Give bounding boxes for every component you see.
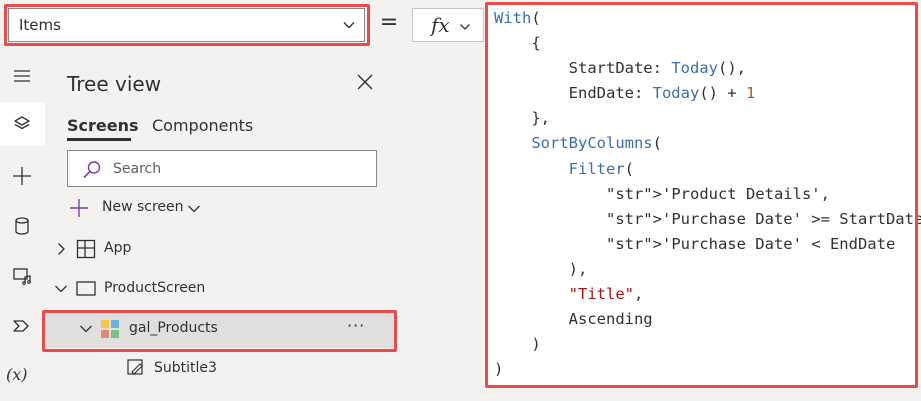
code-line: With( (494, 9, 541, 27)
fx-button[interactable]: fx (412, 8, 484, 42)
variables-button[interactable]: (x) (0, 354, 45, 398)
new-screen-label: New screen (102, 199, 184, 215)
tree-item-gal-products[interactable]: gal_Products ··· (45, 310, 397, 348)
formula-code: With( { StartDate: Today(), EndDate: Tod… (494, 6, 921, 382)
tree-item-label: Subtitle3 (154, 360, 217, 376)
code-line: "str">'Purchase Date' >= StartDate, (605, 209, 921, 228)
search-placeholder: Search (113, 161, 162, 177)
power-automate-button[interactable] (0, 304, 45, 348)
more-options-icon[interactable]: ··· (347, 316, 365, 335)
chevron-down-icon (55, 285, 67, 293)
tree-item-label: gal_Products (129, 320, 218, 336)
left-rail: (x) (0, 50, 45, 401)
tab-components[interactable]: Components (152, 116, 253, 135)
code-line: Filter( (568, 159, 634, 178)
search-input[interactable]: Search (67, 150, 377, 187)
panel-title: Tree view (67, 72, 162, 96)
code-line: "str">'Purchase Date' < EndDate (605, 234, 896, 253)
tree-view-button[interactable] (0, 102, 45, 146)
property-value: Items (19, 16, 61, 34)
database-icon (15, 217, 29, 235)
code-line: { (494, 34, 541, 53)
variables-icon: (x) (6, 365, 28, 384)
hamburger-icon (14, 70, 30, 82)
tree-item-label: ProductScreen (104, 280, 206, 296)
gallery-icon (101, 320, 119, 338)
screen-icon (76, 281, 96, 296)
fx-icon: fx (431, 13, 450, 37)
media-button[interactable] (0, 254, 45, 298)
app-icon (76, 239, 96, 259)
code-line: "Title", (568, 285, 644, 304)
code-line: EndDate: Today() + 1 (494, 84, 756, 103)
code-line: }, (494, 109, 550, 128)
insert-button[interactable] (0, 154, 45, 198)
tab-screens[interactable]: Screens (67, 116, 139, 135)
layers-icon (14, 116, 30, 130)
tree-view-panel: Tree view Screens Components Search New … (42, 50, 397, 401)
menu-button[interactable] (0, 54, 45, 98)
chevron-down-icon (188, 205, 200, 213)
property-dropdown[interactable]: Items (8, 8, 365, 42)
formula-editor[interactable]: With( { StartDate: Today(), EndDate: Tod… (488, 4, 921, 387)
equals-sign: = (379, 10, 399, 35)
code-line: ) (494, 360, 504, 379)
code-line: SortByColumns( (531, 134, 662, 153)
chevron-down-icon (80, 325, 92, 333)
data-button[interactable] (0, 204, 45, 248)
plus-icon (70, 199, 88, 217)
tree-item-label: App (104, 240, 132, 256)
close-icon[interactable] (355, 72, 375, 92)
active-tab-indicator (67, 138, 131, 141)
tree-item-productscreen[interactable]: ProductScreen (45, 270, 397, 308)
chevron-right-icon (58, 243, 65, 255)
code-line: StartDate: Today(), (494, 59, 746, 78)
flow-icon (13, 320, 29, 332)
tree-item-app[interactable]: App (45, 230, 397, 268)
code-line: ), (494, 259, 588, 278)
code-line: Ascending (494, 310, 653, 329)
code-line: "str">'Product Details', (605, 184, 830, 203)
media-icon (13, 268, 31, 285)
chevron-down-icon (343, 22, 355, 29)
search-icon (83, 161, 101, 179)
label-icon (127, 359, 143, 375)
plus-icon (13, 167, 31, 185)
tree-item-subtitle3[interactable]: Subtitle3 (45, 350, 397, 388)
code-line: ) (494, 335, 541, 354)
chevron-down-icon (460, 24, 470, 30)
